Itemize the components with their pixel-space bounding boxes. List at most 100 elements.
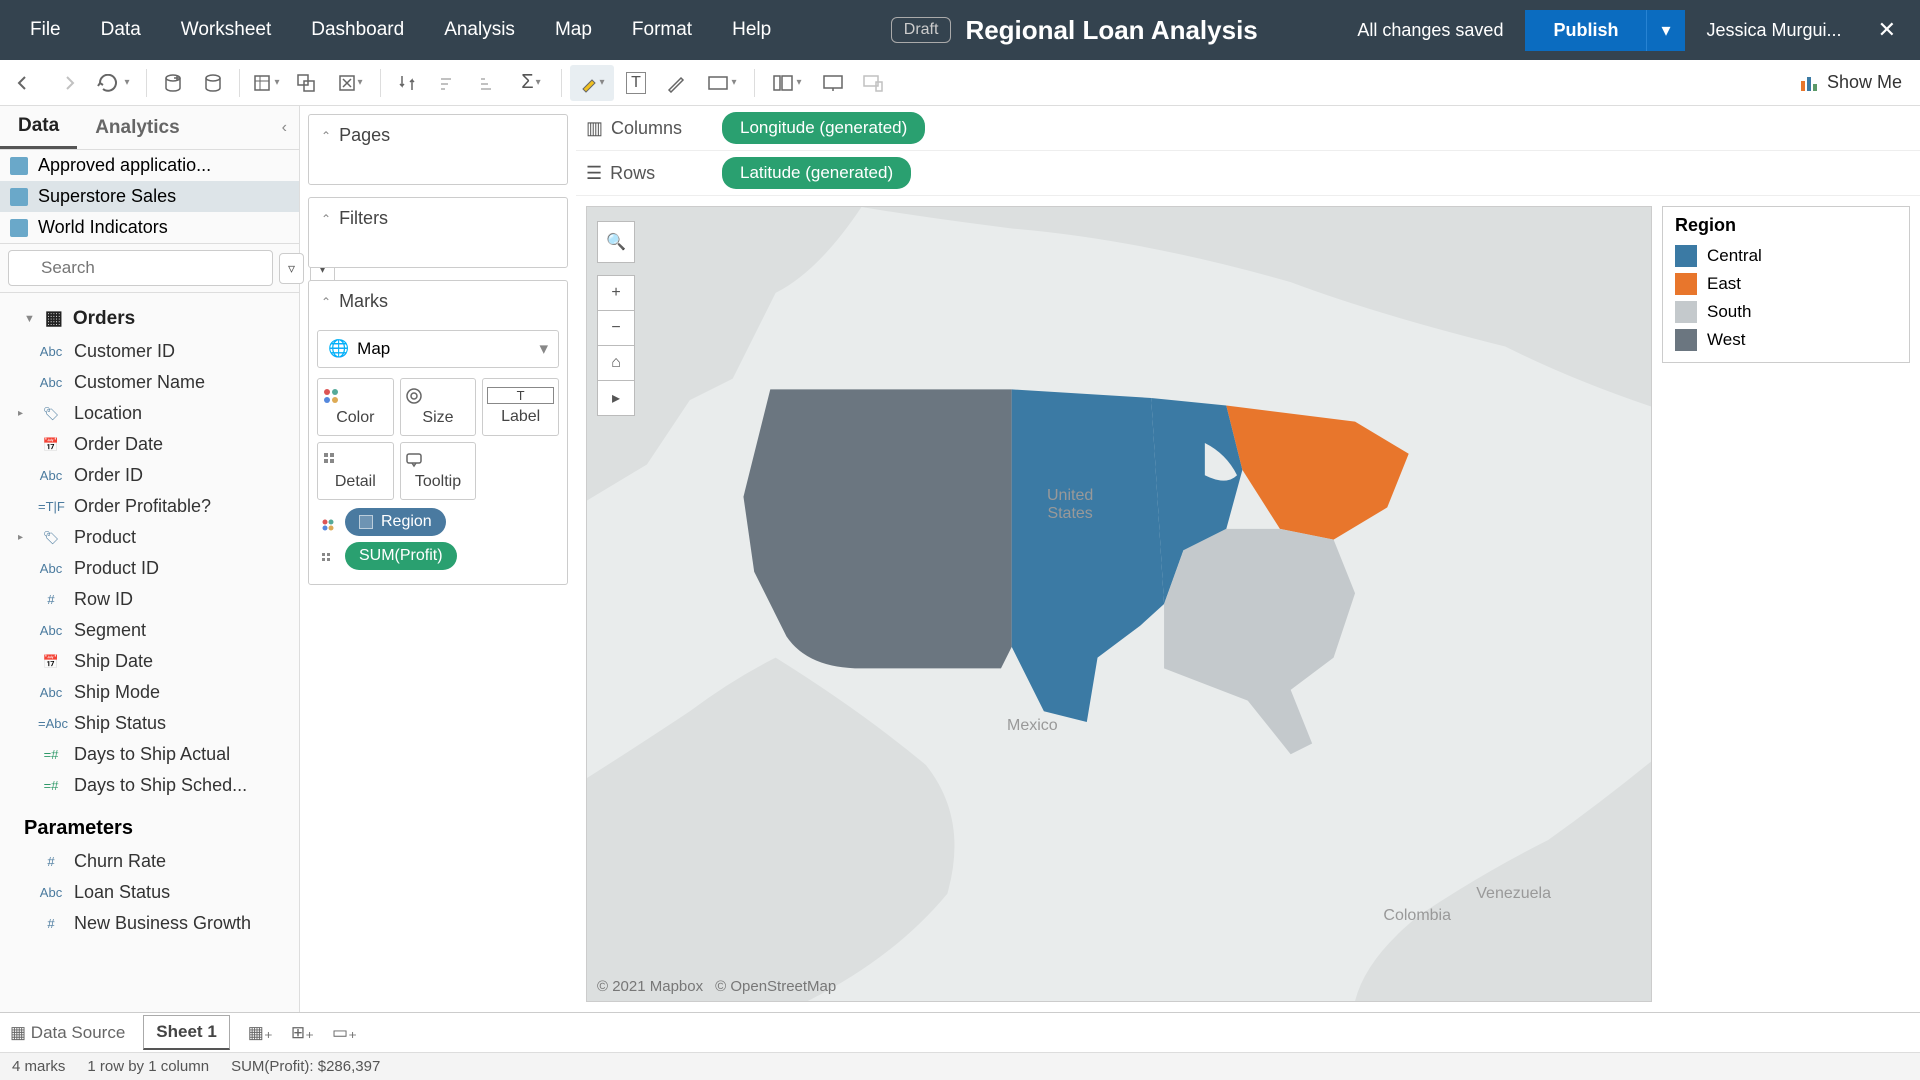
field-item[interactable]: 📅Ship Date [0,646,299,677]
marks-label-button[interactable]: TLabel [482,378,559,436]
field-item[interactable]: AbcCustomer Name [0,367,299,398]
marks-pill-profit[interactable]: SUM(Profit) [345,542,457,570]
menu-worksheet[interactable]: Worksheet [161,5,291,55]
redo-button[interactable] [48,65,84,101]
shelves-panel: ⌃Pages ⌃Filters ⌃Marks 🌐 Map ▾ Color Siz… [300,106,576,1012]
rows-shelf[interactable]: ☰Rows Latitude (generated) [576,151,1920,196]
sort-desc-button[interactable] [469,65,505,101]
revert-button[interactable]: ▾ [88,65,138,101]
new-worksheet-tab[interactable]: ▦₊ [248,1023,273,1043]
show-cards-button[interactable]: ▾ [763,65,811,101]
publish-dropdown[interactable]: ▾ [1646,10,1684,51]
map-label-venezuela: Venezuela [1476,885,1551,903]
menu-dashboard[interactable]: Dashboard [291,5,424,55]
map-attribution: © 2021 Mapbox© OpenStreetMap [597,978,836,995]
new-dashboard-tab[interactable]: ⊞₊ [291,1023,314,1043]
legend-item[interactable]: East [1675,270,1897,298]
datasource-tab[interactable]: ▦ Data Source [10,1023,125,1043]
user-name[interactable]: Jessica Murgui... [1707,20,1842,41]
marks-pill-region[interactable]: Region [345,508,446,536]
device-preview-button[interactable] [855,65,891,101]
field-item[interactable]: ▸🏷Location [0,398,299,429]
parameter-item[interactable]: #New Business Growth [0,908,299,939]
search-input[interactable] [8,250,273,286]
field-type-icon: # [38,592,64,607]
undo-button[interactable] [8,65,44,101]
collapse-pane-button[interactable]: ‹ [270,106,299,149]
field-item[interactable]: AbcShip Mode [0,677,299,708]
zoom-in-button[interactable]: + [597,275,635,311]
menu-file[interactable]: File [10,5,81,55]
marks-tooltip-button[interactable]: Tooltip [400,442,477,500]
parameter-item[interactable]: AbcLoan Status [0,877,299,908]
pages-shelf[interactable]: ⌃Pages [308,114,568,185]
table-group-orders[interactable]: ▼ ▦ Orders [0,299,299,336]
columns-pill[interactable]: Longitude (generated) [722,112,925,144]
highlight-button[interactable]: ▾ [570,65,614,101]
marks-size-button[interactable]: Size [400,378,477,436]
search-row: ▿ ▾ [0,244,299,293]
marks-color-button[interactable]: Color [317,378,394,436]
parameter-item[interactable]: #Churn Rate [0,846,299,877]
region-west[interactable] [743,389,1011,668]
tab-analytics[interactable]: Analytics [77,106,197,149]
datasource-item[interactable]: World Indicators [0,212,299,243]
zoom-out-button[interactable]: − [597,310,635,346]
status-marks: 4 marks [12,1058,65,1075]
field-type-icon: =Abc [38,716,64,731]
canvas: ▥Columns Longitude (generated) ☰Rows Lat… [576,106,1920,1012]
datasource-item[interactable]: Approved applicatio... [0,150,299,181]
columns-shelf[interactable]: ▥Columns Longitude (generated) [576,106,1920,151]
field-item[interactable]: =AbcShip Status [0,708,299,739]
field-item[interactable]: 📅Order Date [0,429,299,460]
field-item[interactable]: AbcOrder ID [0,460,299,491]
field-item[interactable]: =#Days to Ship Sched... [0,770,299,801]
pause-updates-button[interactable] [195,65,231,101]
field-item[interactable]: =#Days to Ship Actual [0,739,299,770]
close-icon[interactable]: ✕ [1864,17,1910,43]
datasource-item[interactable]: Superstore Sales [0,181,299,212]
legend-item[interactable]: Central [1675,242,1897,270]
show-me-button[interactable]: Show Me [1789,72,1912,93]
field-item[interactable]: ▸🏷Product [0,522,299,553]
map-viz[interactable]: 🔍 + − ⌂ ▸ United States Mexico Venezuela… [586,206,1652,1002]
legend-item[interactable]: South [1675,298,1897,326]
new-worksheet-button[interactable]: ▾ [248,65,284,101]
clear-button[interactable]: ▾ [328,65,372,101]
sheet-tab[interactable]: Sheet 1 [143,1015,229,1050]
map-more-button[interactable]: ▸ [597,380,635,416]
totals-button[interactable]: Σ▾ [509,65,553,101]
format-button[interactable] [658,65,694,101]
workbook-title[interactable]: Regional Loan Analysis [965,15,1257,46]
field-item[interactable]: AbcProduct ID [0,553,299,584]
presentation-button[interactable] [815,65,851,101]
labels-button[interactable]: T [618,65,654,101]
new-story-tab[interactable]: ▭₊ [332,1023,357,1043]
menu-map[interactable]: Map [535,5,612,55]
zoom-home-button[interactable]: ⌂ [597,345,635,381]
legend-item[interactable]: West [1675,326,1897,354]
menu-help[interactable]: Help [712,5,791,55]
filters-shelf[interactable]: ⌃Filters [308,197,568,268]
new-datasource-button[interactable] [155,65,191,101]
tab-data[interactable]: Data [0,106,77,149]
field-item[interactable]: AbcCustomer ID [0,336,299,367]
field-item[interactable]: #Row ID [0,584,299,615]
field-item[interactable]: AbcSegment [0,615,299,646]
publish-button[interactable]: Publish [1525,10,1646,51]
menu-format[interactable]: Format [612,5,712,55]
fit-button[interactable]: ▾ [698,65,746,101]
legend-card[interactable]: Region CentralEastSouthWest [1662,206,1910,363]
rows-pill[interactable]: Latitude (generated) [722,157,911,189]
swap-button[interactable] [389,65,425,101]
sort-asc-button[interactable] [429,65,465,101]
map-search-button[interactable]: 🔍 [597,221,635,263]
field-item[interactable]: =T|FOrder Profitable? [0,491,299,522]
marks-detail-button[interactable]: Detail [317,442,394,500]
datasource-icon [10,219,28,237]
duplicate-button[interactable] [288,65,324,101]
mark-type-selector[interactable]: 🌐 Map ▾ [317,330,559,368]
menu-data[interactable]: Data [81,5,161,55]
menu-analysis[interactable]: Analysis [424,5,535,55]
legend-swatch [1675,273,1697,295]
